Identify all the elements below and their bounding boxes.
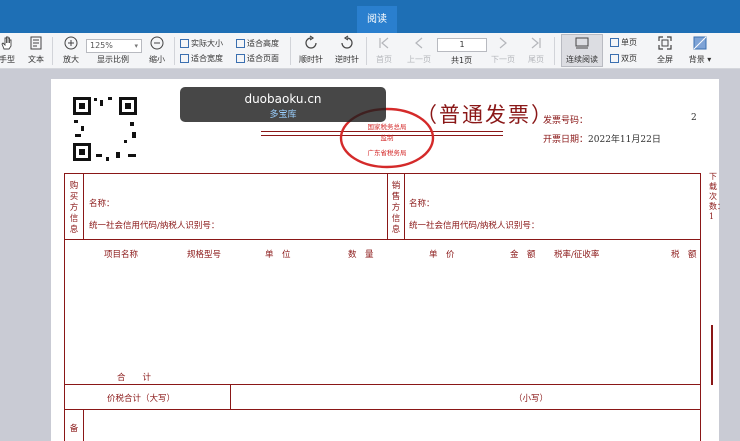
- hand-tool-button[interactable]: 手型: [0, 33, 20, 65]
- first-page-icon: [379, 37, 389, 49]
- zoom-in-button[interactable]: 放大: [59, 33, 83, 65]
- column-header-price: 单 价: [429, 250, 455, 260]
- continuous-reading-button[interactable]: 连续阅读: [561, 33, 603, 65]
- table-col-divider: [404, 173, 405, 239]
- column-header-tax-rate: 税率/征收率: [554, 250, 600, 260]
- separator: [174, 37, 175, 65]
- background-button[interactable]: 背景 ▾: [684, 33, 716, 65]
- table-col-divider: [387, 173, 388, 239]
- continuous-reading-icon: [575, 37, 589, 49]
- table-row-divider: [64, 384, 701, 385]
- seller-tax-id-label: 统一社会信用代码/纳税人识别号：: [409, 221, 540, 231]
- title-bar: 阅读: [0, 0, 740, 33]
- toolbar: 手型 文本 放大 125% ▾ 显示比例 缩小 实际大小 适合高度 适合宽度 适…: [0, 33, 740, 69]
- column-header-quantity: 数 量: [348, 250, 374, 260]
- text-select-icon: [30, 36, 42, 50]
- watermark-overlay: duobaoku.cn 多宝库: [180, 87, 386, 122]
- double-page-button[interactable]: 双页: [610, 53, 637, 64]
- separator: [52, 37, 53, 65]
- total-in-words-label: 价税合计（大写）: [107, 394, 176, 404]
- watermark-site: duobaoku.cn: [244, 92, 322, 106]
- zoom-out-icon: [150, 36, 164, 50]
- text-tool-button[interactable]: 文本: [24, 33, 48, 65]
- page-edge-marker: [711, 325, 713, 385]
- stamp-top-text: 国家税务总局: [368, 122, 407, 131]
- rotate-cw-icon: [305, 35, 317, 49]
- table-border-top: [64, 173, 701, 174]
- zoom-select[interactable]: 125% ▾: [86, 39, 142, 53]
- chevron-down-icon: ▾: [134, 42, 138, 50]
- double-page-icon: [610, 54, 619, 63]
- tab-read[interactable]: 阅读: [357, 6, 397, 33]
- actual-size-button[interactable]: 实际大小: [180, 38, 223, 49]
- invoice-page: （普通发票） 国家税务总局 监制 广东省税务局 发票号码： 2 开票日期：202…: [51, 79, 719, 441]
- fullscreen-button[interactable]: 全屏: [652, 33, 678, 65]
- remarks-label: 备: [69, 424, 79, 434]
- buyer-name-label: 名称：: [89, 199, 115, 209]
- fit-page-icon: [236, 54, 245, 63]
- seller-section-label: 销售方信息: [391, 181, 401, 235]
- table-col-divider: [230, 384, 231, 409]
- hand-icon: [1, 36, 12, 50]
- rotate-counterclockwise-button[interactable]: 逆时针: [333, 33, 361, 65]
- last-page-button[interactable]: 尾页: [524, 33, 548, 65]
- column-header-item: 项目名称: [104, 250, 139, 260]
- chevron-right-icon: [499, 37, 507, 49]
- total-in-figures-label: （小写）: [514, 394, 549, 404]
- fit-page-button[interactable]: 适合页面: [236, 53, 279, 64]
- qr-code-image: [72, 96, 138, 162]
- stamp-bottom-text: 广东省税务局: [368, 148, 407, 157]
- rotate-ccw-icon: [341, 35, 353, 49]
- page-total-label: 共1页: [451, 56, 473, 65]
- fit-width-icon: [180, 54, 189, 63]
- buyer-section-label: 购买方信息: [69, 181, 79, 235]
- invoice-number: 发票号码：: [543, 116, 589, 126]
- fit-width-button[interactable]: 适合宽度: [180, 53, 223, 64]
- fit-height-button[interactable]: 适合高度: [236, 38, 279, 49]
- issue-date: 开票日期：2022年11月22日: [543, 135, 661, 145]
- display-ratio-label: 显示比例: [97, 55, 129, 64]
- first-page-button[interactable]: 首页: [372, 33, 396, 65]
- invoice-number-tail: 2: [691, 113, 697, 123]
- column-header-tax: 税 额: [671, 250, 697, 260]
- zoom-out-button[interactable]: 缩小: [145, 33, 169, 65]
- background-icon: [693, 36, 707, 50]
- zoom-in-icon: [64, 36, 78, 50]
- download-count-note: 下载次数：1: [709, 172, 725, 221]
- separator: [290, 37, 291, 65]
- next-page-button[interactable]: 下一页: [488, 33, 518, 65]
- separator: [554, 37, 555, 65]
- chevron-left-icon: [415, 37, 423, 49]
- table-col-divider: [83, 409, 84, 441]
- actual-size-icon: [180, 39, 189, 48]
- fit-height-icon: [236, 39, 245, 48]
- table-col-divider: [83, 173, 84, 239]
- column-header-unit: 单 位: [265, 250, 291, 260]
- watermark-brand: 多宝库: [269, 110, 297, 120]
- table-border-left: [64, 173, 65, 441]
- separator: [366, 37, 367, 65]
- column-header-spec: 规格型号: [187, 250, 222, 260]
- invoice-title: （普通发票）: [416, 103, 554, 127]
- rotate-clockwise-button[interactable]: 顺时针: [297, 33, 325, 65]
- column-header-amount: 金 额: [510, 250, 536, 260]
- table-row-divider: [64, 239, 701, 240]
- last-page-icon: [531, 37, 541, 49]
- stamp-mid-text: 监制: [381, 133, 395, 142]
- seller-name-label: 名称：: [409, 199, 435, 209]
- page-number-input[interactable]: 1: [437, 38, 487, 52]
- previous-page-button[interactable]: 上一页: [404, 33, 434, 65]
- single-page-button[interactable]: 单页: [610, 37, 637, 48]
- single-page-icon: [610, 38, 619, 47]
- total-label: 合 计: [117, 373, 152, 383]
- table-border-right: [700, 173, 701, 441]
- fullscreen-icon: [658, 36, 672, 50]
- table-row-divider: [64, 409, 701, 410]
- buyer-tax-id-label: 统一社会信用代码/纳税人识别号：: [89, 221, 220, 231]
